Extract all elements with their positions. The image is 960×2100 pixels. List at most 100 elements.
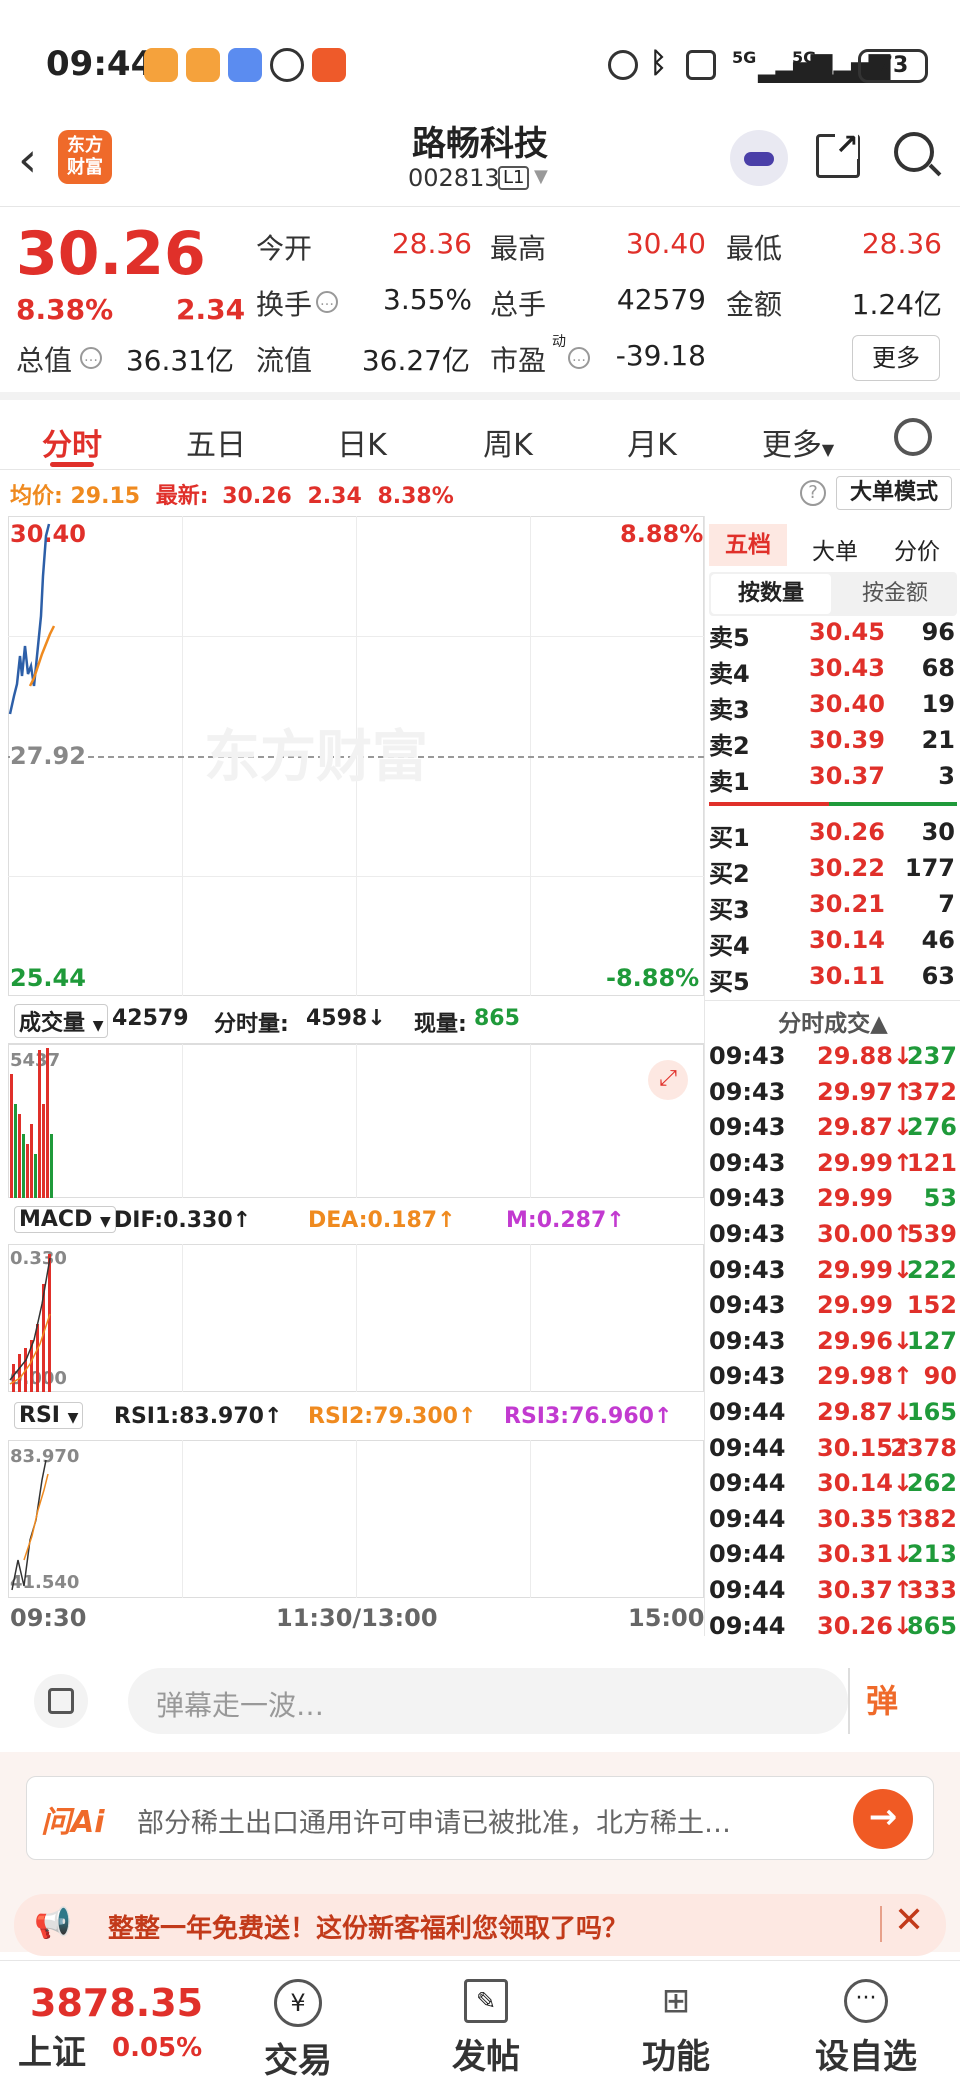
alarm-icon bbox=[608, 50, 638, 80]
app-notification-icon bbox=[144, 48, 178, 82]
robot-avatar-icon[interactable] bbox=[730, 130, 788, 186]
ai-ask-box[interactable]: 问Ai 部分稀土出口通用许可申请已被批准，北方稀土… → bbox=[26, 1776, 934, 1860]
time-axis-end: 15:00 bbox=[628, 1604, 705, 1632]
expand-icon[interactable]: ⤢ bbox=[648, 1060, 688, 1100]
ask-row: 卖2 30.39 21 bbox=[709, 726, 955, 760]
quote-panel: 30.26 8.38% 2.34 今开 28.36 最高 30.40 最低 28… bbox=[0, 206, 960, 392]
level-badge[interactable]: L1 bbox=[498, 166, 530, 190]
grid-icon: ⊞ bbox=[661, 1981, 691, 2021]
sub-tab-by-quantity[interactable]: 按数量 bbox=[711, 574, 831, 614]
trade-time: 09:43 bbox=[709, 1362, 786, 1391]
low-label: 最低 bbox=[726, 232, 783, 265]
trade-price: 29.96↓ bbox=[817, 1326, 914, 1355]
tab-monthly-k[interactable]: 月K bbox=[592, 420, 712, 464]
pe-value: -39.18 bbox=[615, 339, 706, 372]
current-price: 30.26 bbox=[16, 219, 206, 289]
index-pct: 0.05% bbox=[112, 2033, 203, 2063]
change-amount: 2.34 bbox=[176, 293, 246, 326]
rsi1-value: RSI1:83.970↑ bbox=[114, 1404, 283, 1429]
index-name[interactable]: 上证 bbox=[18, 2025, 86, 2074]
bid-row: 买4 30.14 46 bbox=[709, 926, 955, 960]
volume-value: 42579 bbox=[616, 283, 706, 316]
trade-price: 29.99 bbox=[817, 1184, 893, 1213]
info-icon[interactable]: … bbox=[80, 347, 102, 369]
status-bar: 09:44 ᛒ 5G ▂▃▅▇ 5G ▂▃▅▇ 73 bbox=[0, 0, 960, 120]
ai-logo: 问Ai bbox=[41, 1805, 105, 1840]
chevron-down-icon[interactable]: ▼ bbox=[534, 166, 548, 187]
high-value: 30.40 bbox=[625, 227, 706, 260]
promo-text: 整整一年免费送！这份新客福利您领取了吗？ bbox=[108, 1914, 629, 1944]
book-tab-price-dist[interactable]: 分价 bbox=[877, 532, 957, 566]
trade-row: 09:43 29.98↑ 90 bbox=[705, 1362, 957, 1397]
bottom-nav: 3878.35 上证 0.05% ¥ 交易 ✎ 发帖 ⊞ 功能 ··· 设自选 bbox=[0, 1960, 960, 2100]
trade-time: 09:43 bbox=[709, 1326, 786, 1355]
trade-price: 30.35↑ bbox=[817, 1504, 914, 1533]
macd-selector[interactable]: MACD ▼ bbox=[14, 1206, 116, 1233]
trade-time: 09:43 bbox=[709, 1148, 786, 1177]
trade-row: 09:44 30.31↓ 213 bbox=[705, 1540, 957, 1575]
latest-pct: 8.38% bbox=[377, 484, 454, 509]
trade-price: 29.87↓ bbox=[817, 1113, 914, 1142]
share-icon[interactable]: ↗ bbox=[816, 131, 860, 178]
ask-row: 卖1 30.37 3 bbox=[709, 762, 955, 796]
index-value[interactable]: 3878.35 bbox=[30, 1981, 203, 2025]
comment-list-icon[interactable] bbox=[34, 1674, 88, 1728]
tab-five-day[interactable]: 五日 bbox=[156, 420, 276, 464]
intraday-chart[interactable]: 东方财富 30.40 8.88% 27.92 25.44 -8.88% 成交量 … bbox=[8, 516, 704, 1636]
search-icon[interactable] bbox=[894, 132, 942, 177]
time-axis-start: 09:30 bbox=[10, 1604, 87, 1632]
more-button[interactable]: 更多 bbox=[852, 335, 940, 381]
bid-row: 买3 30.21 7 bbox=[709, 890, 955, 924]
mktcap-value: 36.31亿 bbox=[125, 344, 234, 377]
nav-function[interactable]: ⊞ 功能 bbox=[586, 1961, 766, 2078]
help-icon[interactable]: ? bbox=[800, 480, 826, 506]
trade-price: 29.99↓ bbox=[817, 1255, 914, 1284]
trade-time: 09:44 bbox=[709, 1611, 786, 1640]
trade-qty: 127 bbox=[906, 1326, 957, 1355]
vibrate-icon bbox=[686, 50, 716, 80]
sub-tab-by-amount[interactable]: 按金额 bbox=[835, 574, 955, 614]
stock-code: 002813 bbox=[408, 164, 500, 192]
rsi-lines bbox=[11, 1459, 49, 1591]
trade-qty: 262 bbox=[906, 1469, 957, 1498]
price-lines bbox=[8, 523, 56, 715]
open-value: 28.36 bbox=[391, 227, 472, 260]
nav-add-watchlist[interactable]: ··· 设自选 bbox=[776, 1961, 956, 2078]
tab-more[interactable]: 更多▼ bbox=[738, 420, 858, 464]
chart-tabs: 分时 五日 日K 周K 月K 更多▼ bbox=[0, 392, 960, 470]
rsi-selector[interactable]: RSI ▼ bbox=[14, 1402, 84, 1429]
tab-weekly-k[interactable]: 周K bbox=[448, 420, 568, 464]
ask-row: 卖4 30.43 68 bbox=[709, 654, 955, 688]
float-label: 流值 bbox=[256, 344, 313, 377]
nav-post[interactable]: ✎ 发帖 bbox=[396, 1961, 576, 2078]
trade-row: 09:43 29.99↓ 222 bbox=[705, 1256, 957, 1291]
tab-daily-k[interactable]: 日K bbox=[302, 420, 422, 464]
close-icon[interactable]: ✕ bbox=[894, 1900, 924, 1941]
danmaku-input[interactable]: 弹幕走一波… bbox=[128, 1668, 850, 1734]
turnover-value: 3.55% bbox=[383, 283, 472, 316]
book-tab-big-orders[interactable]: 大单 bbox=[795, 532, 875, 566]
volume-selector[interactable]: 成交量 ▼ bbox=[14, 1004, 109, 1038]
trade-time: 09:43 bbox=[709, 1184, 786, 1213]
trade-row: 09:43 29.97↑ 372 bbox=[705, 1078, 957, 1113]
open-label: 今开 bbox=[256, 232, 313, 265]
trade-time: 09:44 bbox=[709, 1469, 786, 1498]
change-pct: 8.38% bbox=[16, 293, 114, 326]
status-time: 09:44 bbox=[46, 44, 155, 84]
danmaku-placeholder: 弹幕走一波… bbox=[156, 1689, 325, 1722]
settings-gear-icon[interactable] bbox=[894, 418, 932, 456]
trade-qty: 213 bbox=[906, 1540, 957, 1569]
arrow-right-icon[interactable]: → bbox=[853, 1789, 913, 1849]
info-icon[interactable]: … bbox=[316, 291, 338, 313]
macd-dif: DIF:0.330↑ bbox=[114, 1208, 252, 1233]
trades-title[interactable]: 分时成交▲ bbox=[705, 1004, 960, 1038]
promo-banner[interactable]: 📢 整整一年免费送！这份新客福利您领取了吗？ ✕ bbox=[14, 1894, 946, 1956]
info-icon[interactable]: … bbox=[568, 347, 590, 369]
big-order-mode-button[interactable]: 大单模式 bbox=[836, 476, 952, 510]
nav-trade[interactable]: ¥ 交易 bbox=[208, 1961, 388, 2082]
tab-intraday[interactable]: 分时 bbox=[12, 420, 132, 464]
book-tab-five-levels[interactable]: 五档 bbox=[709, 524, 787, 566]
danmaku-toggle-button[interactable]: 弹 bbox=[866, 1676, 898, 1722]
app-notification-icon bbox=[186, 48, 220, 82]
rsi3-value: RSI3:76.960↑ bbox=[504, 1404, 673, 1429]
